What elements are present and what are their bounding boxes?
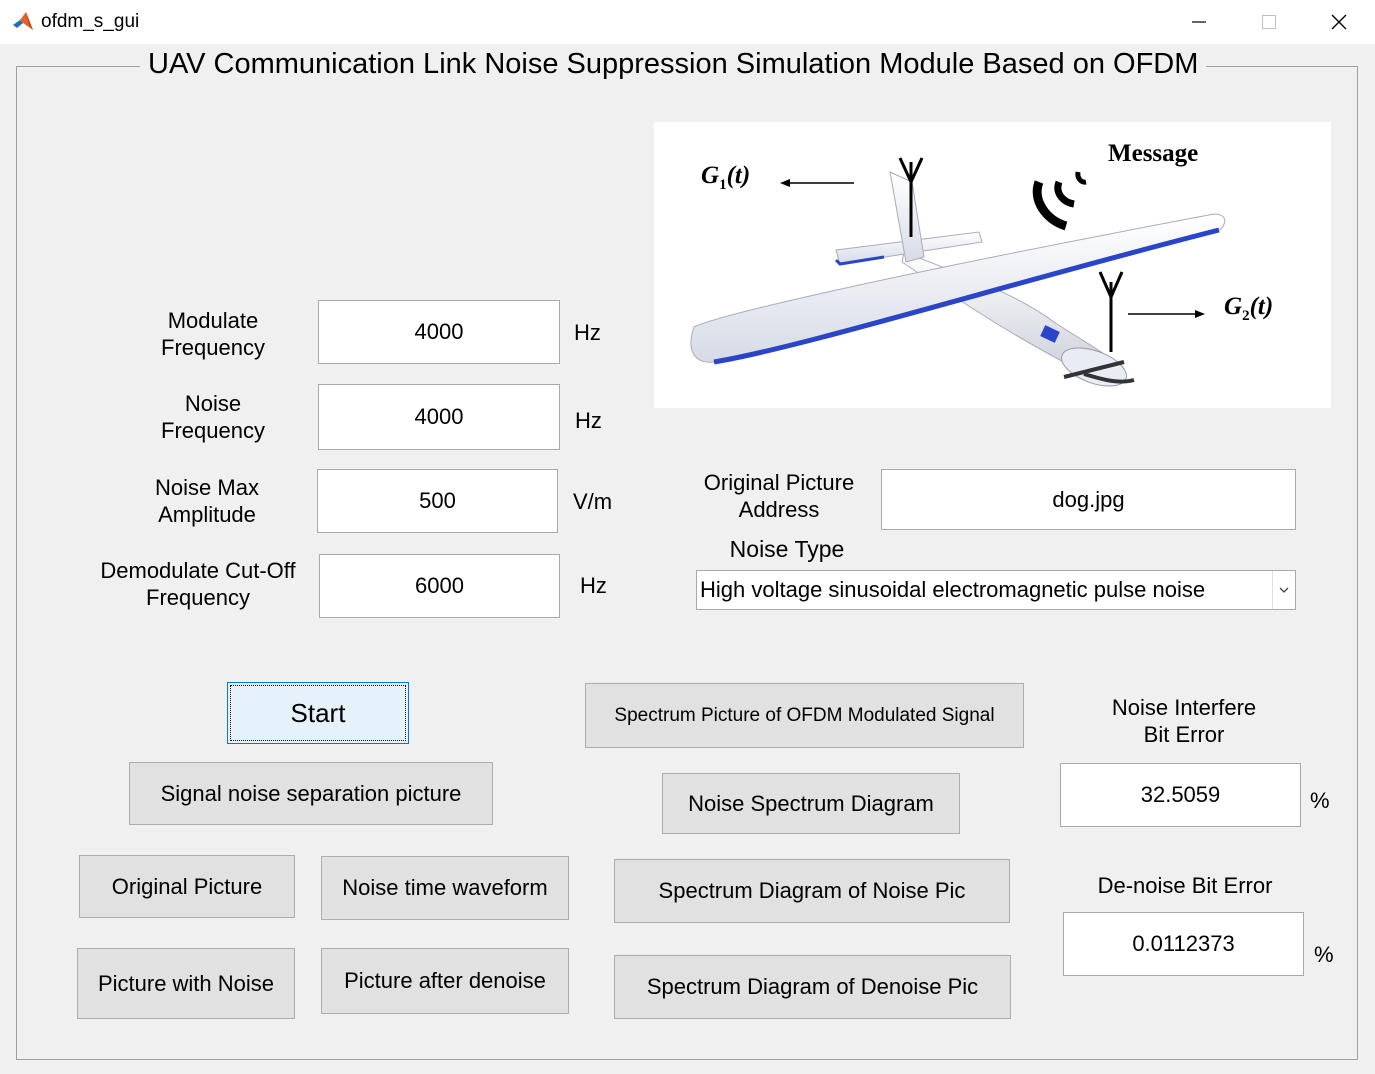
spectrum-ofdm-button[interactable]: Spectrum Picture of OFDM Modulated Signa… xyxy=(585,683,1024,748)
picture-address-label: Original Picture Address xyxy=(703,470,855,522)
noise-interfere-label: Noise Interfere Bit Error xyxy=(1111,695,1257,747)
window-titlebar: ofdm_s_gui xyxy=(0,0,1375,44)
demodulate-cutoff-label: Demodulate Cut-Off Frequency xyxy=(100,558,296,610)
noise-frequency-input[interactable]: 4000 xyxy=(318,384,560,450)
close-icon xyxy=(1331,14,1347,30)
picture-address-input[interactable]: dog.jpg xyxy=(881,469,1296,530)
noise-max-amplitude-unit: V/m xyxy=(573,489,613,514)
denoise-bit-error-value: 0.0112373 xyxy=(1063,912,1304,976)
noise-time-waveform-button[interactable]: Noise time waveform xyxy=(321,856,569,920)
noise-frequency-label: Noise Frequency xyxy=(161,391,265,443)
matlab-logo-icon xyxy=(13,12,33,30)
demodulate-cutoff-input[interactable]: 6000 xyxy=(319,554,560,618)
picture-with-noise-button[interactable]: Picture with Noise xyxy=(77,948,295,1019)
window-title: ofdm_s_gui xyxy=(41,11,140,32)
modulate-frequency-label: Modulate Frequency xyxy=(161,308,265,360)
noise-max-amplitude-input[interactable]: 500 xyxy=(317,469,558,533)
g2-label: G2(t) xyxy=(1224,293,1274,324)
noise-type-select[interactable]: High voltage sinusoidal electromagnetic … xyxy=(696,570,1296,610)
chevron-down-icon[interactable] xyxy=(1272,571,1295,609)
modulate-frequency-input[interactable]: 4000 xyxy=(318,300,560,364)
noise-interfere-unit: % xyxy=(1310,788,1330,813)
g1-label: G1(t) xyxy=(701,162,751,193)
noise-frequency-unit: Hz xyxy=(575,408,602,433)
noise-max-amplitude-label: Noise Max Amplitude xyxy=(155,475,259,527)
uav-figure: G1(t) Message G2(t) xyxy=(654,122,1331,408)
spectrum-denoise-pic-button[interactable]: Spectrum Diagram of Denoise Pic xyxy=(614,955,1011,1019)
signal-wave-icon xyxy=(1032,171,1087,231)
start-button[interactable]: Start xyxy=(227,682,409,744)
original-picture-button[interactable]: Original Picture xyxy=(79,855,295,918)
noise-interfere-value: 32.5059 xyxy=(1060,763,1301,827)
noise-type-label: Noise Type xyxy=(729,536,845,562)
noise-type-selected: High voltage sinusoidal electromagnetic … xyxy=(700,577,1206,602)
uav-diagram xyxy=(690,157,1226,387)
denoise-bit-error-unit: % xyxy=(1314,942,1334,967)
modulate-frequency-unit: Hz xyxy=(574,320,601,345)
maximize-button[interactable] xyxy=(1234,0,1304,44)
message-label: Message xyxy=(1108,140,1199,167)
denoise-bit-error-label: De-noise Bit Error xyxy=(1097,873,1273,898)
spectrum-noise-pic-button[interactable]: Spectrum Diagram of Noise Pic xyxy=(614,859,1010,923)
signal-noise-separation-button[interactable]: Signal noise separation picture xyxy=(129,762,493,825)
antenna-2-icon xyxy=(1098,271,1124,352)
close-button[interactable] xyxy=(1304,0,1374,44)
maximize-icon xyxy=(1262,15,1276,29)
minimize-button[interactable] xyxy=(1164,0,1234,44)
minimize-icon xyxy=(1192,21,1206,23)
panel-title: UAV Communication Link Noise Suppression… xyxy=(140,48,1207,81)
picture-after-denoise-button[interactable]: Picture after denoise xyxy=(321,948,569,1014)
noise-spectrum-button[interactable]: Noise Spectrum Diagram xyxy=(662,773,960,834)
demodulate-cutoff-unit: Hz xyxy=(580,573,607,598)
